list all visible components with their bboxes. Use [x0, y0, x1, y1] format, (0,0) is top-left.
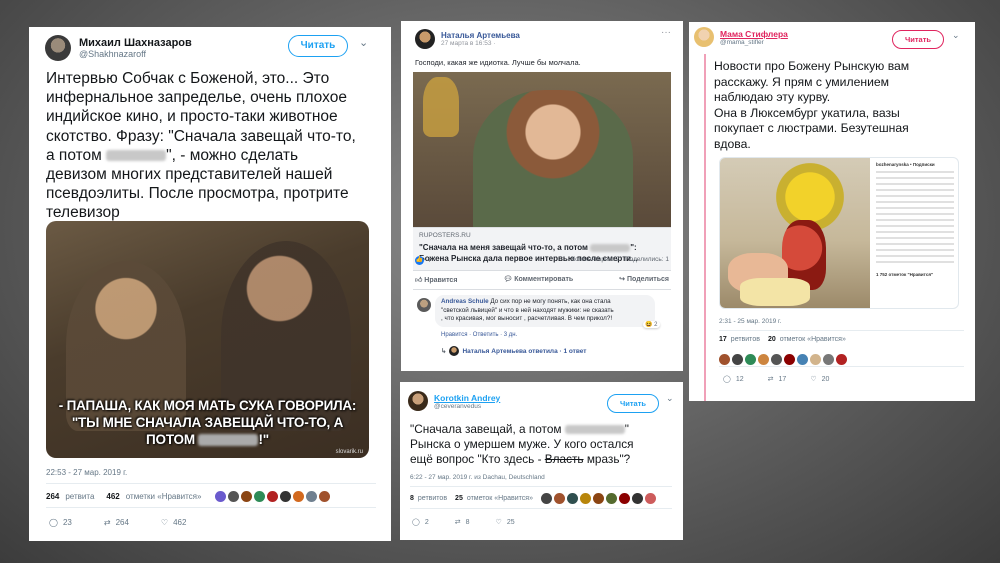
- reply-button[interactable]: ◯ 23: [49, 518, 72, 527]
- tweet-card-korotkin: Korotkin Andrey @ceveranvedus Читать ⌄ "…: [400, 382, 683, 540]
- instagram-side-panel: bozhenarynska • Подписки 1 752 отметок "…: [872, 158, 958, 308]
- tweet-text: "Сначала завещай, а потом " Рынска о уме…: [410, 422, 634, 466]
- retweet-button[interactable]: ⇄ 17: [767, 375, 787, 384]
- retweet-button[interactable]: ⇄ 264: [104, 518, 129, 527]
- reply-button[interactable]: ◯ 2: [412, 518, 429, 527]
- heart-icon: ♡: [810, 376, 817, 383]
- retweet-icon: ⇄: [103, 518, 111, 527]
- attached-instagram-screenshot[interactable]: bozhenarynska • Подписки 1 752 отметок "…: [719, 157, 959, 309]
- comment-share-count[interactable]: Комментарии: 2 Поделились: 1: [571, 256, 669, 263]
- liker-avatars[interactable]: [540, 493, 658, 504]
- follow-button[interactable]: Читать: [607, 394, 659, 413]
- watermark: slovarik.ru: [335, 449, 363, 455]
- retweet-button[interactable]: ⇄ 8: [454, 518, 470, 527]
- chevron-down-icon[interactable]: ⌄: [666, 393, 674, 404]
- tweet-text: Новости про Божену Рынскую вам расскажу.…: [714, 59, 910, 151]
- more-options-icon[interactable]: ···: [661, 27, 671, 38]
- reply-icon: ◯: [412, 519, 420, 526]
- share-button[interactable]: ↪ Поделиться: [619, 275, 669, 284]
- author-name[interactable]: Наталья Артемьева: [441, 31, 520, 40]
- tweet-card-shakhnazarov: Михаил Шахназаров @Shakhnazaroff Читать …: [29, 27, 391, 541]
- retweet-icon: ⇄: [454, 519, 461, 526]
- link-preview-image[interactable]: [413, 72, 671, 227]
- author-name[interactable]: Мама Стифлера: [720, 29, 788, 39]
- lamp-shape: [423, 77, 459, 137]
- avatar[interactable]: [45, 35, 71, 61]
- author-name[interactable]: Korotkin Andrey: [434, 393, 500, 403]
- tweet-actions: ◯ 12 ⇄ 17 ♡ 20: [723, 375, 829, 384]
- facebook-post-artemyeva: Наталья Артемьева 27 марта в 16:53 · ···…: [401, 21, 683, 371]
- like-button[interactable]: ♡ 462: [161, 518, 187, 527]
- caption-lines: [876, 171, 954, 266]
- author-handle[interactable]: @mama_stifler: [720, 39, 788, 46]
- reaction-icons: 😆: [645, 322, 653, 328]
- like-reaction-icon: 👍: [415, 256, 424, 265]
- reply-icon: ◯: [49, 518, 58, 527]
- tweet-actions: ◯ 2 ⇄ 8 ♡ 25: [412, 518, 515, 527]
- author-handle[interactable]: @ceveranvedus: [434, 403, 500, 410]
- post-text: Господи, какая же идиотка. Лучше бы молч…: [415, 58, 581, 67]
- engagement-stats: 17 ретвитов 20 отметок «Нравится»: [719, 336, 846, 343]
- link-preview-info[interactable]: RUPOSTERS.RU "Сначала на меня завещай чт…: [413, 227, 671, 270]
- liker-avatars[interactable]: [215, 491, 332, 502]
- meme-caption: - ПАПАША, КАК МОЯ МАТЬ СУКА ГОВОРИЛА: "Т…: [58, 398, 357, 447]
- thumbs-up-icon: 👍︎: [415, 277, 425, 284]
- reply-button[interactable]: ◯ 12: [723, 375, 744, 384]
- censored-word: [564, 425, 625, 435]
- avatar[interactable]: [415, 29, 435, 49]
- tweet-text: Интервью Собчак с Боженой, это... Это ин…: [46, 70, 356, 222]
- link-domain: RUPOSTERS.RU: [419, 232, 471, 239]
- like-button[interactable]: ♡ 25: [495, 518, 515, 527]
- scarf-shape: [740, 278, 810, 306]
- like-button[interactable]: 👍︎ Нравится: [415, 275, 457, 284]
- chevron-down-icon[interactable]: ⌄: [359, 36, 368, 49]
- thread-line: [704, 54, 706, 401]
- censored-word: [590, 243, 631, 252]
- commenter-avatar[interactable]: [417, 298, 431, 312]
- vase-photo: [720, 158, 870, 308]
- timestamp[interactable]: 22:53 - 27 мар. 2019 г.: [46, 468, 127, 477]
- heart-icon: ♡: [160, 518, 169, 527]
- engagement-stats: 264 ретвита 462 отметки «Нравится»: [46, 491, 332, 502]
- commenter-name[interactable]: Andreas Schule: [441, 298, 489, 305]
- author-handle[interactable]: @Shakhnazaroff: [79, 49, 192, 59]
- comment-icon: 💬︎: [503, 276, 515, 283]
- heart-icon: ♡: [495, 519, 502, 526]
- post-actions: 👍︎ Нравится 💬︎ Комментировать ↪ Поделить…: [415, 275, 669, 284]
- post-date[interactable]: 27 марта в 16:53 ·: [441, 40, 520, 47]
- meme-image[interactable]: - ПАПАША, КАК МОЯ МАТЬ СУКА ГОВОРИЛА: "Т…: [46, 221, 369, 458]
- engagement-stats: 8 ретвитов 25 отметок «Нравится»: [410, 493, 658, 504]
- reply-avatar: [449, 346, 460, 356]
- censored-word: [198, 434, 259, 447]
- author-name[interactable]: Михаил Шахназаров: [79, 37, 192, 49]
- comment-meta[interactable]: Нравится · Ответить · 3 дн.: [441, 332, 517, 338]
- like-button[interactable]: ♡ 20: [810, 375, 829, 384]
- share-icon: ↪: [619, 276, 627, 283]
- timestamp[interactable]: 6:22 - 27 мар. 2019 г. из Dachau, Deutsc…: [410, 474, 545, 481]
- censored-word: [106, 150, 167, 162]
- comment-bubble: Andreas Schule До сих пор не могу понять…: [435, 295, 655, 327]
- timestamp[interactable]: 2:31 - 25 мар. 2019 г.: [719, 318, 781, 325]
- avatar[interactable]: [408, 391, 428, 411]
- follow-button[interactable]: Читать: [892, 30, 944, 49]
- tweet-actions: ◯ 23 ⇄ 264 ♡ 462: [49, 518, 186, 527]
- retweet-icon: ⇄: [767, 376, 774, 383]
- tweet-card-mama-stiflera: Мама Стифлера @mama_stifler Читать ⌄ Нов…: [689, 22, 975, 401]
- avatar[interactable]: [694, 27, 714, 47]
- person-shape: [473, 90, 633, 227]
- reaction-summary[interactable]: 👍 4: [415, 256, 431, 265]
- replies-link[interactable]: ↳ Наталья Артемьева ответила · 1 ответ: [441, 346, 587, 356]
- reply-icon: ◯: [723, 376, 731, 383]
- reply-arrow-icon: ↳: [441, 348, 447, 355]
- comment-reactions[interactable]: 😆 2: [643, 321, 660, 328]
- comment-button[interactable]: 💬︎ Комментировать: [503, 275, 573, 284]
- follow-button[interactable]: Читать: [288, 35, 348, 57]
- chevron-down-icon[interactable]: ⌄: [952, 30, 960, 41]
